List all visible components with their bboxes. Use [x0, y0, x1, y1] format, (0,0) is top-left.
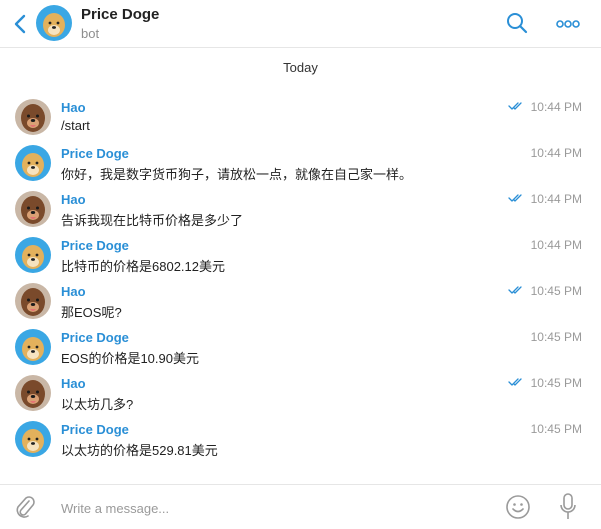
message-row[interactable]: Hao 告诉我现在比特币价格是多少了 10:44 PM: [0, 184, 601, 230]
message-text: 告诉我现在比特币价格是多少了: [61, 213, 244, 228]
message-row[interactable]: Hao/start 10:44 PM: [0, 92, 601, 138]
message-text: 比特币的价格是6802.12美元: [61, 259, 225, 274]
message-row[interactable]: Hao 那EOS呢? 10:45 PM: [0, 276, 601, 322]
message-time: 10:44 PM: [530, 146, 582, 160]
message-sender[interactable]: Price Doge: [61, 422, 129, 437]
message-sender[interactable]: Hao: [61, 284, 86, 299]
hao-avatar[interactable]: [15, 283, 51, 319]
message-time: 10:44 PM: [530, 238, 582, 252]
message-text: 以太坊的价格是529.81美元: [61, 443, 218, 458]
read-checkmarks-icon: [508, 194, 522, 202]
message-time: 10:45 PM: [530, 330, 582, 344]
chat-title: Price Doge: [81, 6, 160, 23]
message-text: 那EOS呢?: [61, 305, 122, 320]
message-text: 你好，我是数字货币狗子，请放松一点，就像在自己家一样。: [61, 167, 413, 182]
message-row[interactable]: Price Doge EOS的价格是10.90美元 10:45 PM: [0, 322, 601, 368]
more-dots-icon[interactable]: [555, 15, 581, 33]
doge-avatar[interactable]: [15, 329, 51, 365]
message-time: 10:45 PM: [530, 376, 582, 390]
date-separator: Today: [283, 60, 318, 75]
message-text: /start: [61, 118, 90, 133]
message-row[interactable]: Price Doge 你好，我是数字货币狗子，请放松一点，就像在自己家一样。 10:…: [0, 138, 601, 184]
paperclip-icon[interactable]: [13, 494, 37, 520]
search-icon[interactable]: [506, 12, 528, 34]
hao-avatar[interactable]: [15, 99, 51, 135]
chat-subtitle: bot: [81, 26, 100, 41]
message-sender[interactable]: Price Doge: [61, 146, 129, 161]
message-input[interactable]: [61, 498, 481, 518]
doge-avatar[interactable]: [15, 421, 51, 457]
message-text: 以太坊几多?: [61, 397, 134, 412]
message-time: 10:44 PM: [530, 100, 582, 114]
read-checkmarks-icon: [508, 286, 522, 294]
doge-avatar[interactable]: [15, 237, 51, 273]
chat-header: Price Doge bot: [0, 0, 601, 48]
message-row[interactable]: Hao 以太坊几多? 10:45 PM: [0, 368, 601, 414]
message-sender[interactable]: Price Doge: [61, 330, 129, 345]
microphone-icon[interactable]: [558, 492, 578, 522]
emoji-icon[interactable]: [505, 494, 531, 520]
message-time: 10:45 PM: [530, 422, 582, 436]
message-sender[interactable]: Hao: [61, 192, 86, 207]
hao-avatar[interactable]: [15, 375, 51, 411]
read-checkmarks-icon: [508, 102, 522, 110]
message-sender[interactable]: Hao: [61, 376, 86, 391]
message-composer: [0, 484, 601, 529]
message-row[interactable]: Price Doge 以太坊的价格是529.81美元 10:45 PM: [0, 414, 601, 460]
message-time: 10:44 PM: [530, 192, 582, 206]
read-checkmarks-icon: [508, 378, 522, 386]
message-sender[interactable]: Price Doge: [61, 238, 129, 253]
chevron-left-icon[interactable]: [10, 12, 30, 36]
message-time: 10:45 PM: [530, 284, 582, 298]
message-sender[interactable]: Hao: [61, 100, 86, 115]
message-row[interactable]: Price Doge 比特币的价格是6802.12美元 10:44 PM: [0, 230, 601, 276]
hao-avatar[interactable]: [15, 191, 51, 227]
doge-avatar[interactable]: [15, 145, 51, 181]
message-text: EOS的价格是10.90美元: [61, 351, 199, 366]
doge-avatar[interactable]: [36, 5, 72, 41]
